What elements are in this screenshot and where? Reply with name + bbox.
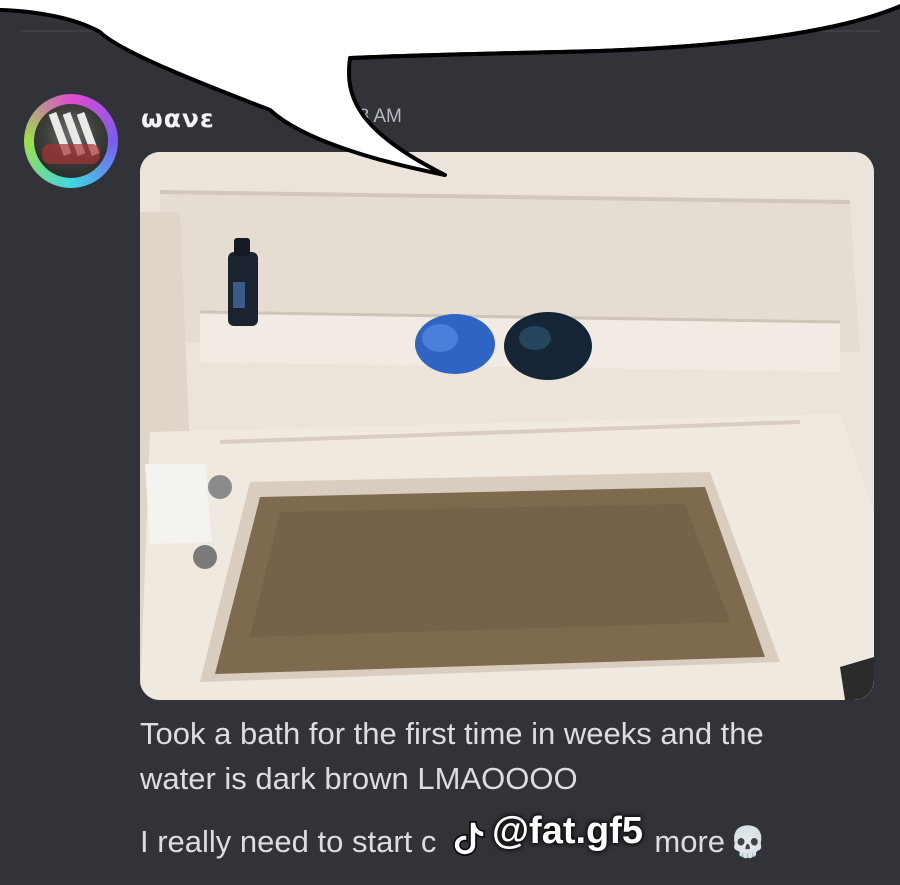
message-text-line-2: water is dark brown LMAOOOO	[140, 761, 578, 796]
discord-message-panel: ωανε 58 AM Took a bath for the first tim…	[0, 0, 900, 885]
divider	[20, 30, 880, 32]
bathtub-photo	[140, 152, 874, 700]
avatar[interactable]	[24, 94, 118, 188]
message-text-line-3-start: I really need to start c	[140, 824, 437, 859]
message-text-line-3-end: more	[654, 824, 726, 859]
username[interactable]: ωανε	[141, 104, 215, 133]
timestamp: 58 AM	[348, 106, 402, 127]
watermark-text: @fat.gf5	[492, 810, 644, 852]
avatar-image	[34, 104, 108, 178]
watermark-handle: @fat.gf5	[450, 810, 643, 853]
skull-emoji: 💀	[729, 826, 767, 859]
message-text-line-1: Took a bath for the first time in weeks …	[140, 716, 764, 751]
attached-photo[interactable]	[140, 152, 874, 700]
